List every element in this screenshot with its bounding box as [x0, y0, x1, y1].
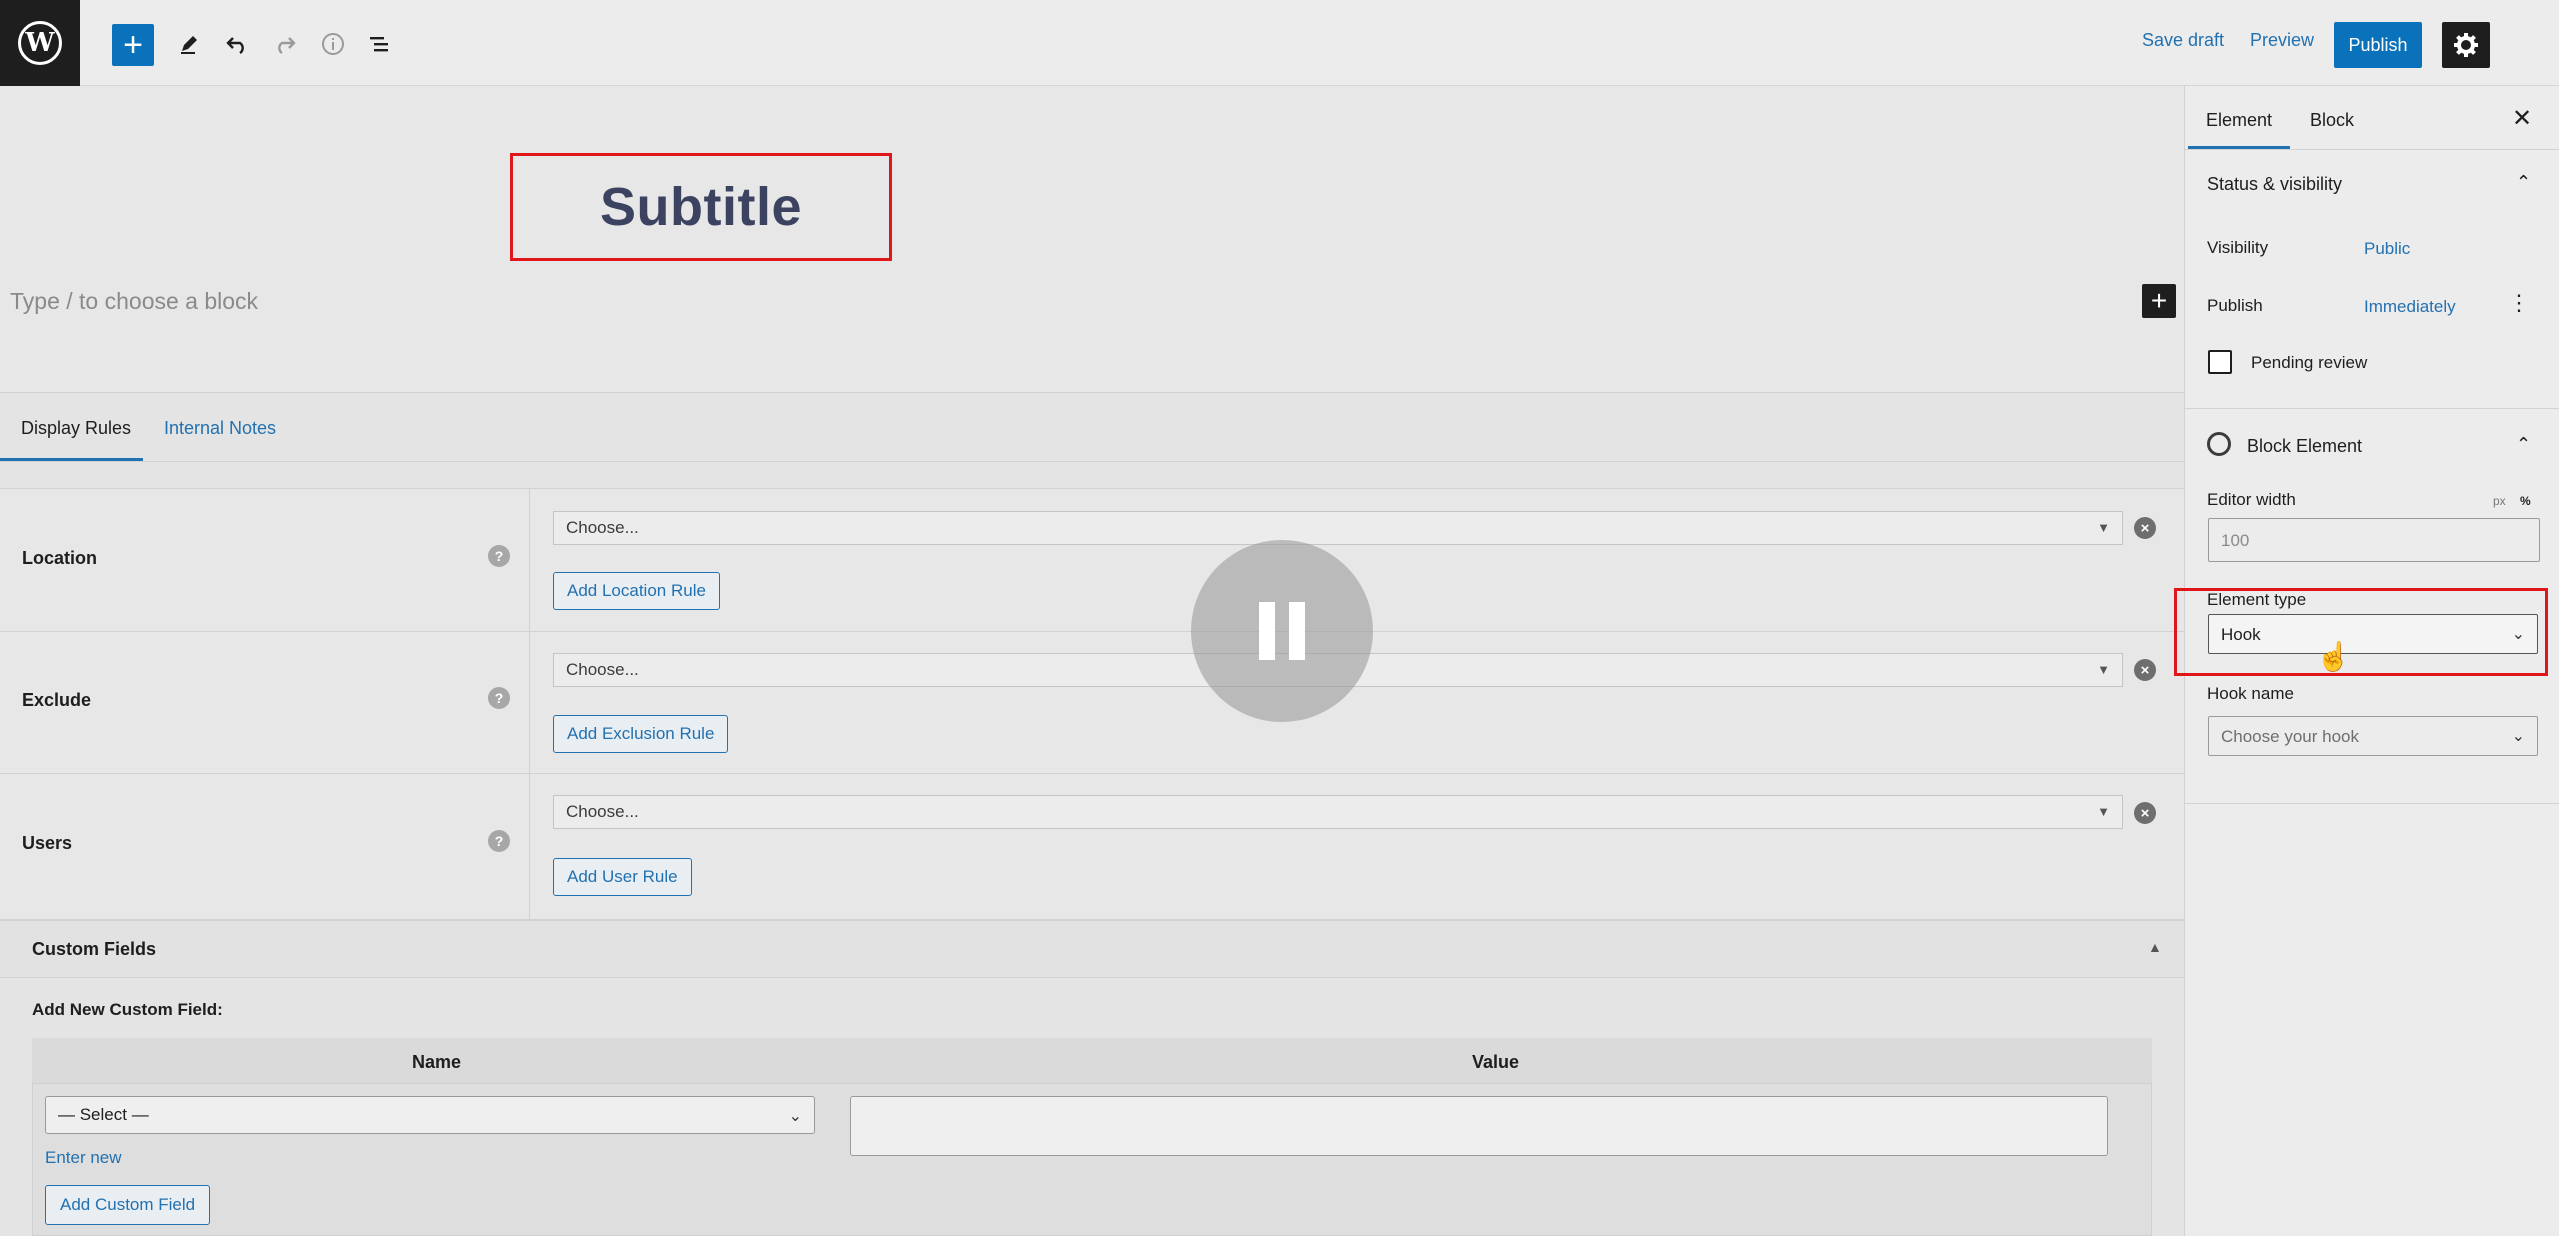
add-location-rule-button[interactable]: Add Location Rule [553, 572, 720, 610]
users-select[interactable]: Choose... ▼ [553, 795, 2123, 829]
pause-icon [1289, 602, 1305, 660]
editor-width-label: Editor width [2207, 490, 2296, 509]
column-header-name: Name [412, 1052, 462, 1072]
redo-icon[interactable] [268, 22, 302, 66]
info-icon[interactable] [316, 22, 350, 66]
users-label: Users [22, 833, 73, 853]
tabs-divider [0, 461, 2184, 462]
undo-icon[interactable] [220, 22, 254, 66]
location-remove-icon[interactable]: × [2134, 517, 2156, 539]
hook-name-value: Choose your hook [2221, 727, 2359, 746]
block-placeholder[interactable]: Type / to choose a block [10, 288, 258, 315]
add-custom-field-button[interactable]: Add Custom Field [45, 1185, 211, 1225]
block-element-icon [2207, 432, 2231, 456]
chevron-down-icon: ▼ [2097, 662, 2110, 677]
location-select[interactable]: Choose... ▼ [553, 511, 2123, 545]
chevron-down-icon: ⌄ [2511, 728, 2525, 745]
chevron-up-icon[interactable]: ▲ [2148, 939, 2162, 955]
location-help-icon[interactable]: ? [488, 545, 510, 567]
gear-icon [2454, 33, 2478, 57]
editor-width-input[interactable]: 100 [2208, 518, 2540, 562]
unit-percent-toggle[interactable]: % [2520, 494, 2531, 508]
pending-review-checkbox[interactable] [2208, 350, 2232, 374]
location-select-value: Choose... [566, 518, 639, 537]
custom-field-value-textarea[interactable] [850, 1096, 2108, 1156]
exclude-remove-icon[interactable]: × [2134, 659, 2156, 681]
more-options-icon[interactable]: ⋮ [2508, 290, 2530, 316]
hand-cursor-icon: ☝ [2316, 641, 2351, 672]
sidebar-divider [2184, 408, 2559, 409]
sidebar-tab-block[interactable]: Block [2310, 110, 2354, 131]
close-icon[interactable]: ✕ [2512, 104, 2532, 133]
sidebar-tab-element[interactable]: Element [2206, 110, 2272, 131]
exclude-help-icon[interactable]: ? [488, 687, 510, 709]
chevron-down-icon: ▼ [2097, 804, 2110, 819]
post-title[interactable]: Subtitle [600, 176, 802, 238]
save-draft-button[interactable]: Save draft [2142, 30, 2224, 51]
status-visibility-title[interactable]: Status & visibility [2207, 174, 2342, 195]
list-view-icon[interactable] [364, 22, 398, 66]
tab-internal-notes[interactable]: Internal Notes [164, 418, 276, 439]
add-block-button[interactable]: + [112, 24, 154, 66]
exclude-select-value: Choose... [566, 660, 639, 679]
pause-icon [1259, 602, 1275, 660]
users-select-value: Choose... [566, 802, 639, 821]
exclude-label: Exclude [22, 690, 92, 710]
publish-label: Publish [2207, 296, 2263, 315]
wordpress-logo-icon: W [18, 21, 62, 65]
visibility-value[interactable]: Public [2364, 239, 2410, 259]
subtitle-highlight-box[interactable]: Subtitle [510, 153, 892, 261]
add-custom-field-label: Add New Custom Field: [32, 1000, 223, 1019]
sidebar-tabs-divider [2184, 149, 2559, 150]
preview-button[interactable]: Preview [2250, 30, 2314, 51]
custom-fields-title: Custom Fields [32, 939, 157, 959]
block-element-title[interactable]: Block Element [2247, 436, 2362, 457]
chevron-down-icon: ⌄ [2511, 626, 2525, 643]
enter-new-link[interactable]: Enter new [45, 1148, 122, 1168]
add-user-rule-button[interactable]: Add User Rule [553, 858, 692, 896]
element-type-value: Hook [2221, 625, 2261, 644]
wordpress-logo-button[interactable]: W [0, 0, 80, 86]
sidebar-divider [2184, 803, 2559, 804]
pending-review-label: Pending review [2251, 353, 2368, 372]
hook-name-label: Hook name [2207, 684, 2294, 703]
users-remove-icon[interactable]: × [2134, 802, 2156, 824]
custom-fields-table-header [32, 1038, 2152, 1084]
users-help-icon[interactable]: ? [488, 830, 510, 852]
element-type-select[interactable]: Hook ⌄ [2208, 614, 2538, 654]
pencil-icon[interactable] [172, 22, 206, 66]
custom-field-name-value: — Select — [58, 1105, 149, 1124]
chevron-up-icon[interactable]: ⌃ [2516, 434, 2531, 455]
chevron-down-icon: ⌄ [788, 1108, 802, 1125]
custom-field-name-select[interactable]: — Select — ⌄ [45, 1096, 815, 1134]
tab-display-rules[interactable]: Display Rules [21, 418, 131, 439]
settings-button[interactable] [2442, 22, 2490, 68]
location-label: Location [22, 548, 97, 568]
visibility-label: Visibility [2207, 238, 2269, 257]
custom-fields-header[interactable] [0, 920, 2184, 978]
chevron-up-icon[interactable]: ⌃ [2516, 172, 2531, 193]
element-type-label: Element type [2207, 590, 2307, 609]
chevron-down-icon: ▼ [2097, 520, 2110, 535]
unit-px-toggle[interactable]: px [2493, 494, 2506, 508]
video-pause-overlay[interactable] [1191, 540, 1373, 722]
hook-name-select[interactable]: Choose your hook ⌄ [2208, 716, 2538, 756]
publish-date-value[interactable]: Immediately [2364, 297, 2456, 317]
publish-button[interactable]: Publish [2334, 22, 2422, 68]
column-header-value: Value [1472, 1052, 1520, 1072]
inline-add-block-button[interactable]: + [2142, 284, 2176, 318]
users-label-cell [0, 774, 530, 920]
add-exclusion-rule-button[interactable]: Add Exclusion Rule [553, 715, 729, 753]
